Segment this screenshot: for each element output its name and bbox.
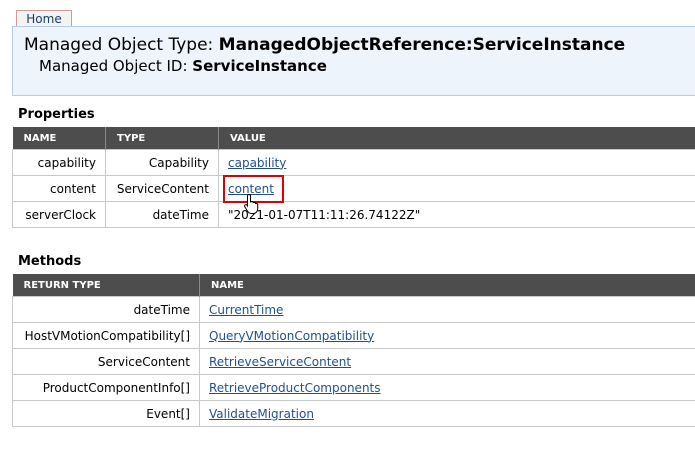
column-header-type: TYPE [105,127,219,150]
property-type: ServiceContent [105,175,219,202]
retrieve-product-components-link[interactable]: RetrieveProductComponents [209,381,381,395]
table-row: HostVMotionCompatibility[] QueryVMotionC… [12,322,695,349]
property-type: Capability [105,149,219,176]
retrieve-service-content-link[interactable]: RetrieveServiceContent [209,355,351,369]
managed-object-id: Managed Object ID: ServiceInstance [39,57,327,75]
managed-object-type: Managed Object Type: ManagedObjectRefere… [24,35,626,55]
table-row: dateTime CurrentTime [12,296,695,323]
column-header-value: VALUE [218,127,695,150]
current-time-link[interactable]: CurrentTime [209,303,283,317]
method-return-type: HostVMotionCompatibility[] [12,322,200,349]
table-row: content ServiceContent content [12,175,695,202]
method-name: ValidateMigration [199,400,695,427]
method-return-type: ProductComponentInfo[] [12,374,200,401]
property-value: capability [218,149,695,176]
methods-heading: Methods [18,254,82,269]
column-header-method-name: NAME [199,274,695,297]
table-row: ProductComponentInfo[] RetrieveProductCo… [12,374,695,401]
property-type: dateTime [105,201,219,228]
column-header-return-type: RETURN TYPE [12,274,200,297]
capability-link[interactable]: capability [228,156,286,170]
methods-header-row: RETURN TYPE NAME [12,274,695,297]
method-name: RetrieveServiceContent [199,348,695,375]
table-row: ServiceContent RetrieveServiceContent [12,348,695,375]
managed-object-type-value: ManagedObjectReference:ServiceInstance [218,35,626,55]
home-tab[interactable]: Home [16,10,72,27]
property-value: "2021-01-07T11:11:26.74122Z" [218,201,695,228]
method-name: RetrieveProductComponents [199,374,695,401]
method-name: CurrentTime [199,296,695,323]
method-return-type: dateTime [12,296,200,323]
property-value: content [218,175,695,202]
methods-table: RETURN TYPE NAME dateTime CurrentTime Ho… [12,274,695,427]
properties-table: NAME TYPE VALUE capability Capability ca… [12,127,695,228]
validate-migration-link[interactable]: ValidateMigration [209,407,314,421]
method-return-type: Event[] [12,400,200,427]
method-name: QueryVMotionCompatibility [199,322,695,349]
query-vmotion-compatibility-link[interactable]: QueryVMotionCompatibility [209,329,374,343]
hand-pointer-icon [244,193,259,214]
property-name: content [12,175,106,202]
managed-object-id-value: ServiceInstance [192,57,327,75]
table-row: Event[] ValidateMigration [12,400,695,427]
table-row: serverClock dateTime "2021-01-07T11:11:2… [12,201,695,228]
properties-header-row: NAME TYPE VALUE [12,127,695,150]
properties-heading: Properties [18,107,95,122]
property-name: capability [12,149,106,176]
table-row: capability Capability capability [12,149,695,176]
column-header-name: NAME [12,127,106,150]
object-header: Managed Object Type: ManagedObjectRefere… [12,26,695,96]
method-return-type: ServiceContent [12,348,200,375]
property-name: serverClock [12,201,106,228]
